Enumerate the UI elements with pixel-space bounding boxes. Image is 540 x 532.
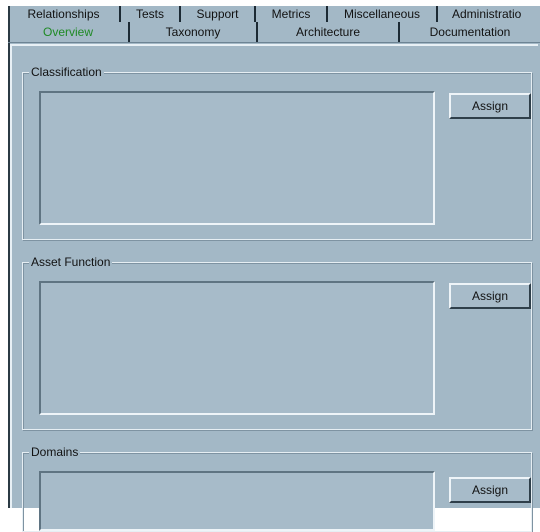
tab-relationships[interactable]: Relationships [8,6,121,22]
tab-row-front: Overview Taxonomy Architecture Documenta… [8,22,540,43]
assign-asset-function-button[interactable]: Assign [449,283,531,309]
tab-miscellaneous[interactable]: Miscellaneous [328,6,438,22]
assign-classification-button[interactable]: Assign [449,93,531,119]
tab-administration[interactable]: Administratio [438,6,540,22]
domains-group: Domains Assign [22,445,532,532]
tab-overview[interactable]: Overview [8,22,130,42]
tab-support[interactable]: Support [181,6,256,22]
tab-tests[interactable]: Tests [121,6,181,22]
assign-domains-button[interactable]: Assign [449,477,531,503]
group-title: Domains [29,445,81,459]
window-frame: Relationships Tests Support Metrics Misc… [8,6,540,532]
tab-documentation[interactable]: Documentation [400,22,540,42]
tab-architecture[interactable]: Architecture [258,22,400,42]
domains-list[interactable] [39,471,435,531]
tab-metrics[interactable]: Metrics [256,6,328,22]
group-title: Classification [29,65,104,79]
classification-group: Classification Assign [22,65,532,240]
asset-function-list[interactable] [39,281,435,415]
taxonomy-panel: Classification Assign Asset Function Ass… [10,44,538,532]
group-title: Asset Function [29,255,113,269]
classification-list[interactable] [39,91,435,225]
tab-row-back: Relationships Tests Support Metrics Misc… [8,6,540,22]
asset-function-group: Asset Function Assign [22,255,532,430]
tab-taxonomy[interactable]: Taxonomy [130,22,258,42]
